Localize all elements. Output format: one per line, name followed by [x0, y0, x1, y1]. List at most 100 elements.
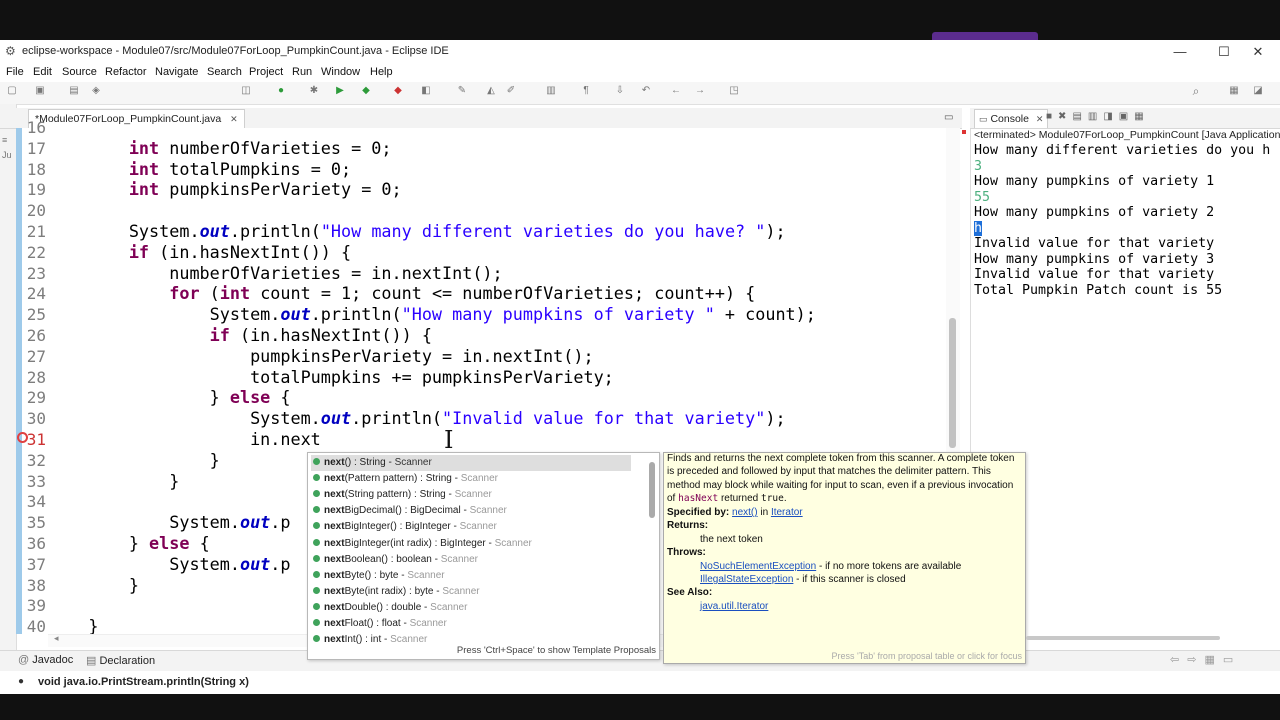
- code-line[interactable]: }: [48, 616, 98, 634]
- close-button[interactable]: ✕: [1236, 41, 1280, 63]
- whitespace-icon[interactable]: ¶: [580, 85, 592, 97]
- menu-search[interactable]: Search: [207, 66, 242, 78]
- outline-icon[interactable]: ≡: [2, 135, 7, 145]
- proposal-item[interactable]: next(String pattern) : String - Scanner: [311, 487, 631, 503]
- open-type-icon[interactable]: ◫: [240, 85, 252, 97]
- forward-icon[interactable]: →: [694, 85, 706, 97]
- console-output[interactable]: How many different varieties do you h 3 Ho…: [974, 143, 1280, 298]
- see-also-link[interactable]: java.util.Iterator: [700, 600, 768, 613]
- menu-help[interactable]: Help: [370, 66, 393, 78]
- overview-error-marker[interactable]: [962, 130, 966, 134]
- display-console-icon[interactable]: ▣: [1119, 111, 1134, 122]
- nosuchelement-link[interactable]: NoSuchElementException: [700, 561, 816, 572]
- illegalstate-link[interactable]: IllegalStateException: [700, 574, 793, 585]
- code-line[interactable]: numberOfVarieties = in.nextInt();: [48, 263, 502, 284]
- code-line[interactable]: if (in.hasNextInt()) {: [48, 242, 351, 263]
- console-horizontal-scrollbar[interactable]: [1026, 636, 1220, 640]
- run-history-icon[interactable]: ◆: [360, 85, 372, 97]
- editor-scroll-thumb[interactable]: [949, 318, 956, 448]
- back-icon[interactable]: ←: [670, 85, 682, 97]
- editor-tab[interactable]: *Module07ForLoop_PumpkinCount.java ✕: [28, 109, 245, 128]
- next-annotation-icon[interactable]: ⇩: [614, 85, 626, 97]
- skip-breakpoints-icon[interactable]: ◈: [90, 85, 102, 97]
- terminal-icon[interactable]: ▤: [68, 85, 80, 97]
- link-icon[interactable]: ▦: [1204, 654, 1222, 666]
- editor-minimize-icon[interactable]: ▭: [944, 112, 953, 123]
- console-tab[interactable]: ▭ Console ✕: [974, 109, 1049, 128]
- code-line[interactable]: } else {: [48, 387, 291, 408]
- mark-occurrences-icon[interactable]: ✐: [505, 85, 517, 97]
- clear-console-icon[interactable]: ▤: [1072, 111, 1087, 122]
- block-selection-icon[interactable]: ▥: [545, 85, 557, 97]
- proposal-list[interactable]: next() : String - Scanner next(Pattern pa…: [307, 455, 647, 645]
- code-line[interactable]: int pumpkinsPerVariety = 0;: [48, 179, 402, 200]
- last-edit-icon[interactable]: ↶: [640, 85, 652, 97]
- code-line[interactable]: }: [48, 471, 179, 492]
- code-line[interactable]: }: [48, 450, 220, 471]
- scroll-left-icon[interactable]: ◂: [54, 633, 59, 644]
- remove-launch-icon[interactable]: ■: [1046, 111, 1058, 122]
- proposal-item[interactable]: nextBoolean() : boolean - Scanner: [311, 552, 631, 568]
- menu-navigate[interactable]: Navigate: [155, 66, 198, 78]
- menu-file[interactable]: File: [6, 66, 24, 78]
- proposal-item[interactable]: nextByte() : byte - Scanner: [311, 568, 631, 584]
- code-line[interactable]: for (int count = 1; count <= numberOfVar…: [48, 283, 755, 304]
- proposal-item[interactable]: nextByte(int radix) : byte - Scanner: [311, 584, 631, 600]
- annotation-icon[interactable]: ◭: [485, 85, 497, 97]
- scroll-lock-icon[interactable]: ▥: [1088, 111, 1103, 122]
- debug-icon[interactable]: ✱: [308, 85, 320, 97]
- save-icon[interactable]: ▣: [34, 85, 46, 97]
- menu-window[interactable]: Window: [321, 66, 360, 78]
- pin-editor-icon[interactable]: ◳: [728, 85, 740, 97]
- error-marker-icon[interactable]: [17, 432, 28, 443]
- proposal-item[interactable]: nextBigInteger(int radix) : BigInteger -…: [311, 536, 631, 552]
- menu-refactor[interactable]: Refactor: [105, 66, 147, 78]
- specified-by-link[interactable]: next(): [732, 507, 758, 518]
- view-menu-icon[interactable]: ▭: [1223, 654, 1241, 666]
- new-java-project-icon[interactable]: ◧: [420, 85, 432, 97]
- pin-console-icon[interactable]: ◨: [1103, 111, 1118, 122]
- search-icon[interactable]: ⌕: [1190, 85, 1202, 97]
- coverage-icon[interactable]: ●: [275, 85, 287, 97]
- proposal-item[interactable]: nextBigDecimal() : BigDecimal - Scanner: [311, 503, 631, 519]
- run-icon[interactable]: ▶: [334, 85, 346, 97]
- code-line[interactable]: System.out.p: [48, 554, 290, 575]
- proposal-item[interactable]: next(Pattern pattern) : String - Scanner: [311, 471, 631, 487]
- junit-icon[interactable]: Ju: [2, 150, 12, 160]
- javadoc-tab[interactable]: @ Javadoc: [18, 654, 73, 666]
- open-console-icon[interactable]: ▦: [1134, 111, 1149, 122]
- code-line[interactable]: if (in.hasNextInt()) {: [48, 325, 432, 346]
- declaration-tab[interactable]: ▤ Declaration: [86, 654, 155, 667]
- proposal-item[interactable]: nextDouble() : double - Scanner: [311, 600, 631, 616]
- iterator-link[interactable]: Iterator: [771, 507, 803, 518]
- code-line[interactable]: pumpkinsPerVariety = in.nextInt();: [48, 346, 594, 367]
- code-line[interactable]: int totalPumpkins = 0;: [48, 159, 351, 180]
- proposal-scrollbar[interactable]: [649, 462, 655, 518]
- editor-tab-close-icon[interactable]: ✕: [230, 114, 238, 124]
- java-perspective-icon[interactable]: ◪: [1252, 85, 1264, 97]
- menu-project[interactable]: Project: [249, 66, 283, 78]
- code-line[interactable]: }: [48, 575, 139, 596]
- code-line[interactable]: in.next: [48, 429, 321, 450]
- console-toolbar[interactable]: ■✖▤▥◨▣▦: [1046, 111, 1150, 122]
- code-line[interactable]: System.out.println("Invalid value for th…: [48, 408, 786, 429]
- back-nav-icon[interactable]: ⇦: [1170, 654, 1187, 666]
- bottom-view-controls[interactable]: ⇦⇨▦▭: [1170, 653, 1241, 666]
- code-line[interactable]: System.out.p: [48, 512, 290, 533]
- console-close-icon[interactable]: ✕: [1036, 114, 1044, 124]
- search-tool-icon[interactable]: ✎: [456, 85, 468, 97]
- proposal-item[interactable]: nextFloat() : float - Scanner: [311, 616, 631, 632]
- code-line[interactable]: System.out.println("How many different v…: [48, 221, 786, 242]
- external-tools-icon[interactable]: ◆: [392, 85, 404, 97]
- forward-nav-icon[interactable]: ⇨: [1187, 654, 1204, 666]
- proposal-item[interactable]: nextBigInteger() : BigInteger - Scanner: [311, 519, 631, 535]
- code-line[interactable]: System.out.println("How many pumpkins of…: [48, 304, 816, 325]
- code-line[interactable]: totalPumpkins += pumpkinsPerVariety;: [48, 367, 614, 388]
- perspective-icon[interactable]: ▦: [1228, 85, 1240, 97]
- menu-source[interactable]: Source: [62, 66, 97, 78]
- new-icon[interactable]: ▢: [6, 85, 18, 97]
- code-line[interactable]: } else {: [48, 533, 210, 554]
- minimize-button[interactable]: —: [1158, 41, 1202, 63]
- proposal-item[interactable]: next() : String - Scanner: [311, 455, 631, 471]
- code-line[interactable]: int numberOfVarieties = 0;: [48, 138, 392, 159]
